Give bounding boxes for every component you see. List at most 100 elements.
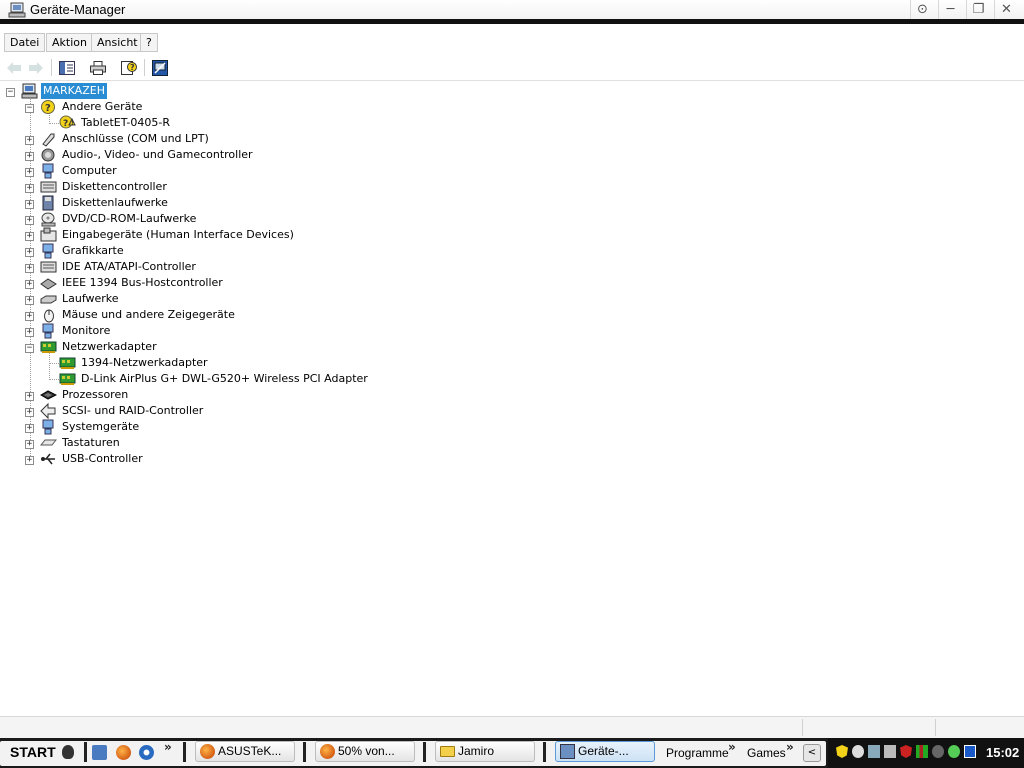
device-tree[interactable]: − MARKAZEH − ? Andere Geräte ?! TabletET… (0, 82, 1024, 716)
tree-node-graphics[interactable]: Grafikkarte (40, 243, 240, 259)
start-button[interactable]: START (10, 742, 74, 762)
expand-mice-toggle[interactable]: + (25, 312, 34, 321)
network-adapter-icon (59, 373, 76, 385)
tree-node-audio[interactable]: Audio-, Video- und Gamecontroller (40, 147, 300, 163)
tray-collapse-button[interactable]: < (803, 744, 821, 762)
pin-icon[interactable]: ⊙ (910, 0, 934, 19)
games-chevron-icon[interactable]: » (786, 740, 794, 754)
toolbar-grip[interactable] (543, 742, 546, 762)
menu-help[interactable]: ? (140, 33, 158, 52)
tree-node-tablet[interactable]: ?! TabletET-0405-R (59, 115, 259, 131)
tree-node-usb[interactable]: USB-Controller (40, 451, 240, 467)
task-label: Jamiro (458, 744, 495, 758)
print-button[interactable] (87, 57, 109, 78)
tree-node-floppy-drives[interactable]: Diskettenlaufwerke (40, 195, 240, 211)
tree-node-mice[interactable]: Mäuse und andere Zeigegeräte (40, 307, 260, 323)
show-hide-console-tree-button[interactable] (56, 57, 78, 78)
expand-ports-toggle[interactable]: + (25, 136, 34, 145)
tree-node-computer[interactable]: Computer (40, 163, 240, 179)
gpu-icon[interactable] (932, 745, 944, 758)
task-button-download[interactable]: 50% von... (315, 741, 415, 762)
back-button[interactable] (3, 57, 25, 78)
node-label: TabletET-0405-R (81, 116, 170, 129)
node-label: Anschlüsse (COM und LPT) (62, 132, 209, 145)
meter-icon[interactable] (916, 745, 928, 758)
expand-monitors-toggle[interactable]: + (25, 328, 34, 337)
expand-graphics-toggle[interactable]: + (25, 248, 34, 257)
expand-dvd-toggle[interactable]: + (25, 216, 34, 225)
volume-icon[interactable] (884, 745, 896, 758)
quicklaunch-chevron-icon[interactable]: » (164, 740, 172, 754)
tree-node-net-1394[interactable]: 1394-Netzwerkadapter (59, 355, 259, 371)
expand-computer-toggle[interactable]: + (25, 168, 34, 177)
minimize-button[interactable]: ─ (938, 0, 962, 19)
expand-audio-toggle[interactable]: + (25, 152, 34, 161)
tree-node-drives[interactable]: Laufwerke (40, 291, 240, 307)
expand-system-toggle[interactable]: + (25, 424, 34, 433)
tree-root-node[interactable]: MARKAZEH (21, 83, 141, 99)
expand-floppy-drives-toggle[interactable]: + (25, 200, 34, 209)
network-icon[interactable] (868, 745, 880, 758)
show-desktop-icon[interactable] (92, 745, 107, 760)
steam-icon[interactable] (852, 745, 864, 758)
task-button-asustek[interactable]: ASUSTeK... (195, 741, 295, 762)
collapse-network-toggle[interactable]: − (25, 344, 34, 353)
task-button-jamiro[interactable]: Jamiro (435, 741, 535, 762)
tree-node-hid[interactable]: Eingabegeräte (Human Interface Devices) (40, 227, 300, 243)
antivirus-icon[interactable] (900, 745, 912, 758)
tree-node-ide[interactable]: IDE ATA/ATAPI-Controller (40, 259, 240, 275)
games-toolbar[interactable]: Games (747, 746, 786, 760)
toolbar-separator (51, 59, 52, 76)
tree-node-net-dlink[interactable]: D-Link AirPlus G+ DWL-G520+ Wireless PCI… (59, 371, 368, 387)
programs-chevron-icon[interactable]: » (728, 740, 736, 754)
expand-floppy-controller-toggle[interactable]: + (25, 184, 34, 193)
flower-icon[interactable] (948, 745, 960, 758)
node-label: Andere Geräte (62, 100, 143, 113)
tree-node-dvd[interactable]: DVD/CD-ROM-Laufwerke (40, 211, 240, 227)
tree-node-processors[interactable]: Prozessoren (40, 387, 240, 403)
expand-keyboards-toggle[interactable]: + (25, 440, 34, 449)
tree-node-other-devices[interactable]: ? Andere Geräte (40, 99, 240, 115)
scan-hardware-button[interactable] (149, 57, 171, 78)
security-shield-icon[interactable] (836, 745, 848, 758)
forward-button[interactable] (25, 57, 47, 78)
title-bar[interactable]: Geräte-Manager ⊙ ─ ❐ ✕ (0, 0, 1024, 24)
menu-action[interactable]: Aktion (46, 33, 93, 52)
close-button[interactable]: ✕ (994, 0, 1018, 19)
expand-hid-toggle[interactable]: + (25, 232, 34, 241)
task-button-device-manager[interactable]: Geräte-... (555, 741, 655, 762)
tree-node-network[interactable]: Netzwerkadapter (40, 339, 240, 355)
media-player-icon[interactable] (139, 745, 154, 760)
toolbar-grip[interactable] (303, 742, 306, 762)
maximize-button[interactable]: ❐ (966, 0, 990, 19)
tree-node-system[interactable]: Systemgeräte (40, 419, 240, 435)
tree-guide-line (49, 352, 50, 380)
firefox-icon[interactable] (116, 745, 131, 760)
properties-help-button[interactable]: ? (118, 57, 140, 78)
tree-node-floppy-controller[interactable]: Diskettencontroller (40, 179, 240, 195)
ide-controller-icon (40, 261, 57, 273)
controller-icon (40, 181, 57, 193)
tree-node-scsi[interactable]: SCSI- und RAID-Controller (40, 403, 240, 419)
device-manager-icon (560, 744, 575, 759)
expand-ieee1394-toggle[interactable]: + (25, 280, 34, 289)
tree-node-ports[interactable]: Anschlüsse (COM und LPT) (40, 131, 240, 147)
programs-toolbar[interactable]: Programme (666, 746, 729, 760)
menu-view[interactable]: Ansicht (91, 33, 144, 52)
task-label: Geräte-... (578, 744, 629, 758)
toolbar-grip[interactable] (423, 742, 426, 762)
tree-node-monitors[interactable]: Monitore (40, 323, 240, 339)
play-icon[interactable] (964, 745, 976, 758)
expand-processors-toggle[interactable]: + (25, 392, 34, 401)
menu-file[interactable]: Datei (4, 33, 46, 52)
tree-node-keyboards[interactable]: Tastaturen (40, 435, 240, 451)
toolbar-grip[interactable] (84, 742, 87, 762)
expand-drives-toggle[interactable]: + (25, 296, 34, 305)
collapse-other-devices-toggle[interactable]: − (25, 104, 34, 113)
expand-scsi-toggle[interactable]: + (25, 408, 34, 417)
toolbar-grip[interactable] (183, 742, 186, 762)
expand-ide-toggle[interactable]: + (25, 264, 34, 273)
collapse-root-toggle[interactable]: − (6, 88, 15, 97)
tree-node-ieee1394[interactable]: IEEE 1394 Bus-Hostcontroller (40, 275, 240, 291)
expand-usb-toggle[interactable]: + (25, 456, 34, 465)
